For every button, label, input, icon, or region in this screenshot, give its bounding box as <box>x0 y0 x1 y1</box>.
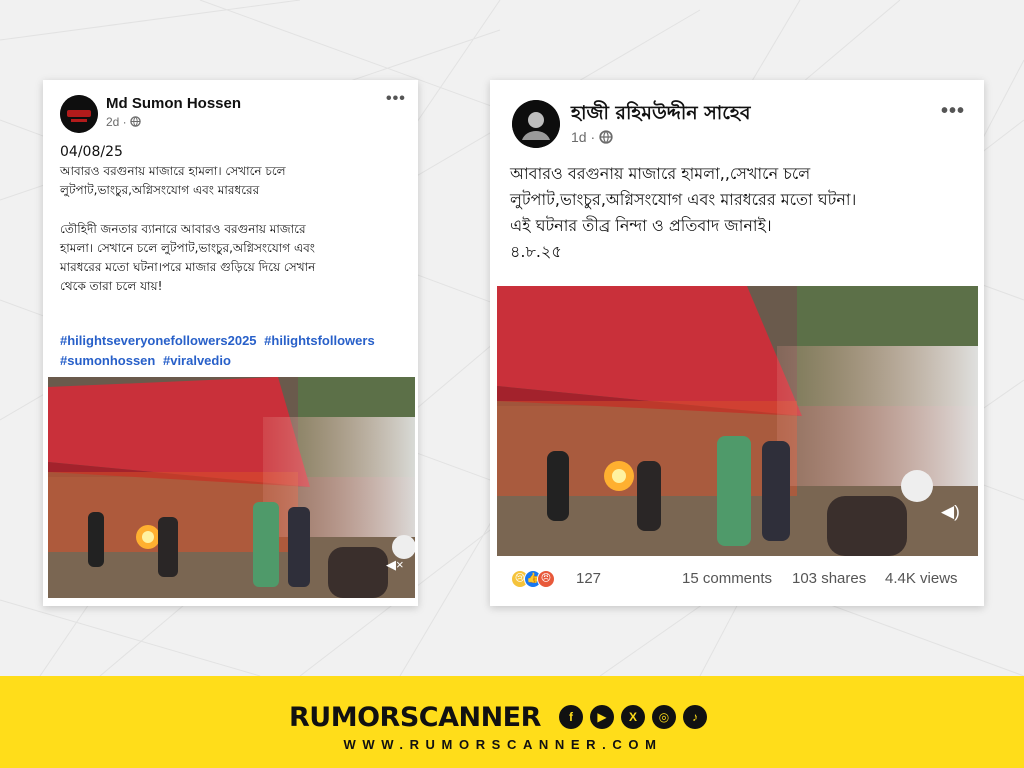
hashtag-link[interactable]: #hilightsfollowers <box>264 333 375 348</box>
facebook-icon[interactable]: f <box>559 705 583 729</box>
reaction-count[interactable]: 127 <box>576 570 601 587</box>
author-name[interactable]: হাজী রহিমউদ্দীন সাহেব <box>571 99 750 131</box>
hashtags: #hilightseveryonefollowers2025 #hilights… <box>60 331 415 371</box>
video-frame <box>48 377 415 598</box>
author-name[interactable]: Md Sumon Hossen <box>106 95 241 112</box>
author-avatar[interactable] <box>512 100 560 148</box>
more-options-button[interactable]: ••• <box>941 100 965 123</box>
tiktok-icon[interactable]: ♪ <box>683 705 707 729</box>
website-url[interactable]: WWW.RUMORSCANNER.COM <box>289 737 717 752</box>
post-time-label: 2d · <box>106 115 131 129</box>
x-icon[interactable]: X <box>621 705 645 729</box>
post-text: আবারও বরগুনায় মাজারে হামলা,,সেখানে চলে … <box>510 164 857 261</box>
angry-reaction-icon: 😠 <box>537 570 555 588</box>
globe-icon <box>130 116 141 127</box>
more-dots-icon: ••• <box>386 90 406 107</box>
hashtag-link[interactable]: #viralvedio <box>163 353 231 368</box>
views-count: 4.4K views <box>885 570 958 587</box>
shares-count[interactable]: 103 shares <box>792 570 866 587</box>
hashtag-link[interactable]: #hilightseveryonefollowers2025 <box>60 333 257 348</box>
post-time-label: 1d · <box>571 129 600 145</box>
comments-count[interactable]: 15 comments <box>682 570 772 587</box>
brand-logo-text: RUMORSCANNER <box>289 702 541 733</box>
more-dots-icon: ••• <box>941 100 966 122</box>
speaker-icon[interactable]: ◀) <box>941 502 960 522</box>
post-text-body: তৌহিদী জনতার ব্যানারে আবারও বরগুনায় মাজ… <box>60 222 316 293</box>
hashtag-link[interactable]: #sumonhossen <box>60 353 155 368</box>
muted-speaker-icon[interactable]: ◀× <box>386 557 404 573</box>
youtube-icon[interactable]: ▶ <box>590 705 614 729</box>
post-date: 04/08/25 <box>60 144 123 160</box>
avatar-image <box>512 100 560 148</box>
post-time[interactable]: 2d · <box>106 115 141 129</box>
post-video[interactable]: ◀× <box>48 377 415 598</box>
instagram-icon[interactable]: ◎ <box>652 705 676 729</box>
avatar-image <box>60 95 98 133</box>
video-frame <box>497 286 978 556</box>
more-options-button[interactable]: ••• <box>386 90 406 108</box>
post-time[interactable]: 1d · <box>571 129 613 145</box>
author-avatar[interactable] <box>60 95 98 133</box>
post-video[interactable]: ◀) <box>497 286 978 556</box>
post-text-intro: আবারও বরগুনায় মাজারে হামলা। সেখানে চলে … <box>60 164 286 197</box>
globe-icon <box>599 130 613 144</box>
